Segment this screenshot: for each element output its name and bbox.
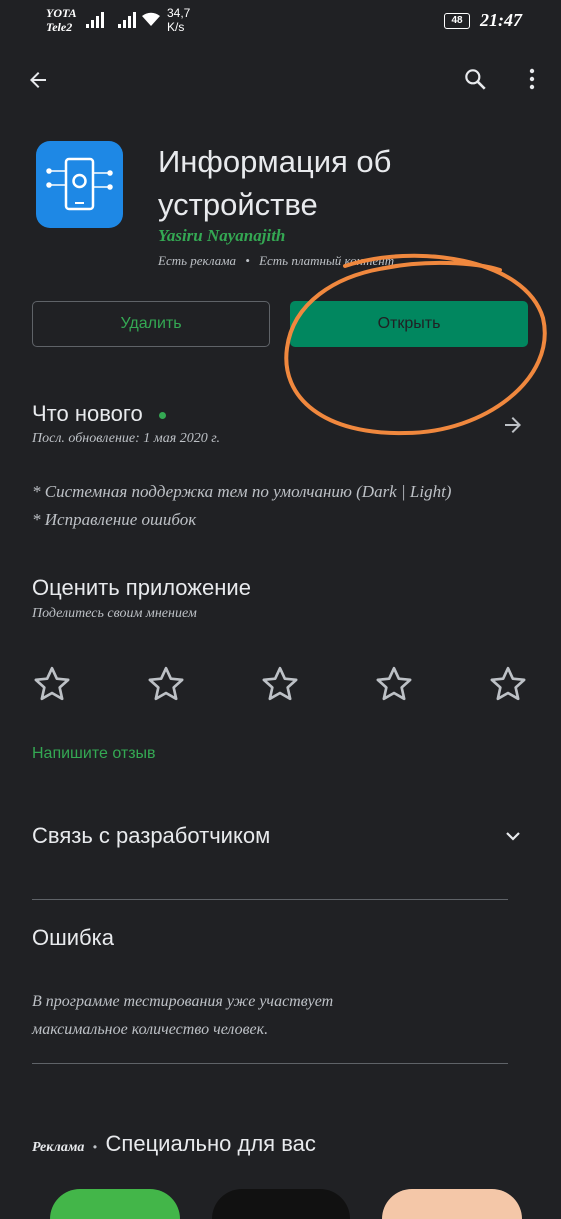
ads-section-title: Специально для вас bbox=[105, 1131, 316, 1156]
star-2-icon[interactable] bbox=[146, 664, 186, 704]
whats-new-line2: * Исправление ошибок bbox=[32, 510, 197, 529]
app-title: Информация об устройстве bbox=[158, 140, 391, 226]
star-4-icon[interactable] bbox=[374, 664, 414, 704]
developer-contact-title[interactable]: Связь с разработчиком bbox=[32, 823, 270, 849]
star-5-icon[interactable] bbox=[488, 664, 528, 704]
ad-card-3[interactable] bbox=[382, 1189, 522, 1219]
ads-separator: • bbox=[92, 1140, 98, 1154]
search-icon[interactable] bbox=[462, 66, 488, 92]
uninstall-button[interactable]: Удалить bbox=[32, 301, 270, 347]
whats-new-notes: * Системная поддержка тем по умолчанию (… bbox=[32, 478, 451, 534]
app-title-line2: устройстве bbox=[158, 187, 318, 222]
rate-app-title: Оценить приложение bbox=[32, 575, 251, 600]
carrier-labels: YOTA Tele2 bbox=[46, 6, 77, 34]
ad-card-2[interactable] bbox=[212, 1189, 350, 1219]
battery-icon: 48 bbox=[444, 13, 470, 29]
error-message: В программе тестирования уже участвует м… bbox=[32, 988, 333, 1044]
carrier-1: YOTA bbox=[46, 6, 77, 20]
speed-value: 34,7 bbox=[167, 6, 191, 20]
star-3-icon[interactable] bbox=[260, 664, 300, 704]
rating-stars bbox=[32, 664, 528, 704]
error-line1: В программе тестирования уже участвует bbox=[32, 993, 334, 1010]
forward-arrow-icon[interactable] bbox=[500, 413, 526, 437]
error-title: Ошибка bbox=[32, 925, 114, 950]
signal-1-icon bbox=[86, 12, 104, 28]
signal-2-icon bbox=[118, 12, 136, 28]
rate-app-subtitle: Поделитесь своим мнением bbox=[32, 606, 197, 621]
write-review-link[interactable]: Напишите отзыв bbox=[32, 745, 156, 763]
network-speed: 34,7 K/s bbox=[167, 6, 190, 34]
divider-1 bbox=[32, 899, 508, 900]
carrier-2: Tele2 bbox=[46, 20, 73, 34]
chevron-down-icon[interactable] bbox=[501, 824, 525, 848]
error-line2: максимальное количество человек. bbox=[32, 1021, 269, 1038]
speed-unit: K/s bbox=[167, 20, 185, 34]
developer-link[interactable]: Yasiru Nayanajith bbox=[158, 226, 285, 246]
app-title-line1: Информация об bbox=[158, 144, 392, 179]
meta-separator: • bbox=[245, 253, 250, 268]
whats-new-title: Что нового bbox=[32, 401, 166, 427]
ads-label: Реклама bbox=[32, 1140, 85, 1155]
whats-new-title-text: Что нового bbox=[32, 401, 143, 426]
new-indicator-dot bbox=[158, 411, 166, 419]
star-1-icon[interactable] bbox=[32, 664, 72, 704]
wifi-icon bbox=[142, 12, 160, 26]
ads-section-header: Реклама • Специально для вас bbox=[32, 1131, 316, 1157]
ad-card-1[interactable] bbox=[50, 1189, 180, 1219]
whats-new-line1: * Системная поддержка тем по умолчанию (… bbox=[32, 482, 452, 501]
divider-2 bbox=[32, 1063, 508, 1064]
last-updated: Посл. обновление: 1 мая 2020 г. bbox=[32, 431, 221, 446]
back-arrow-icon[interactable] bbox=[26, 68, 50, 92]
status-bar: YOTA Tele2 34,7 K/s 48 21:47 bbox=[0, 0, 561, 44]
more-vert-icon[interactable] bbox=[520, 66, 544, 92]
clock: 21:47 bbox=[480, 10, 522, 30]
app-icon bbox=[36, 141, 123, 228]
contains-ads-label: Есть реклама bbox=[158, 253, 236, 268]
